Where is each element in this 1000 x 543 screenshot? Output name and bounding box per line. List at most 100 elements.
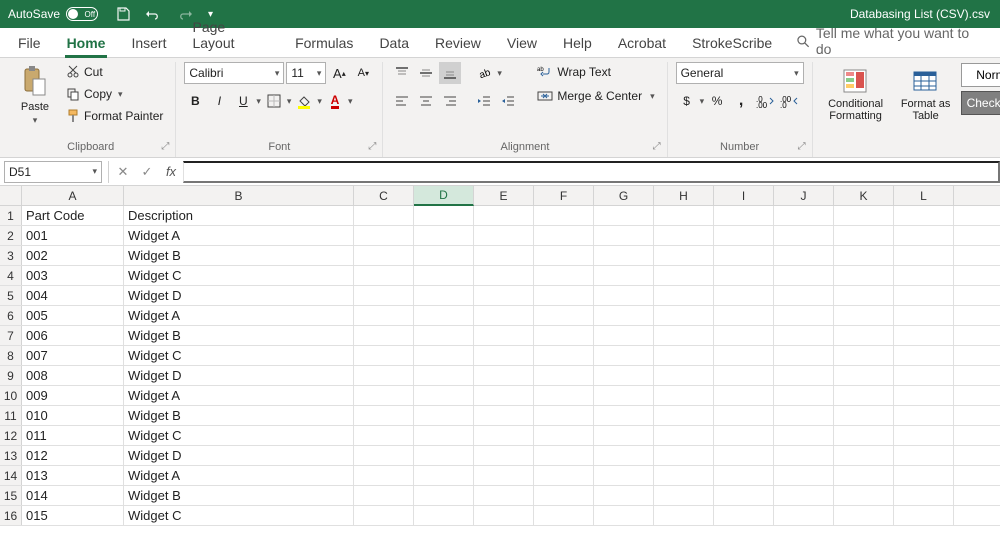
cell[interactable]: [474, 226, 534, 245]
cell[interactable]: [414, 466, 474, 485]
cell[interactable]: [774, 486, 834, 505]
cell[interactable]: [714, 406, 774, 425]
accounting-format-icon[interactable]: $: [676, 90, 698, 112]
cell[interactable]: [714, 366, 774, 385]
tab-strokescribe[interactable]: StrokeScribe: [690, 31, 774, 57]
cell[interactable]: [414, 406, 474, 425]
cell[interactable]: [474, 386, 534, 405]
cell[interactable]: [354, 386, 414, 405]
cell[interactable]: [714, 246, 774, 265]
cell[interactable]: 003: [22, 266, 124, 285]
increase-font-icon[interactable]: A▴: [328, 62, 350, 84]
tab-help[interactable]: Help: [561, 31, 594, 57]
column-header-B[interactable]: B: [124, 186, 354, 205]
cell[interactable]: [414, 446, 474, 465]
cell[interactable]: [414, 246, 474, 265]
cell[interactable]: [774, 286, 834, 305]
cell[interactable]: [354, 306, 414, 325]
cell[interactable]: [354, 346, 414, 365]
undo-icon[interactable]: [144, 7, 162, 21]
cell[interactable]: [774, 266, 834, 285]
cell[interactable]: [894, 366, 954, 385]
row-header[interactable]: 8: [0, 346, 22, 365]
cell[interactable]: [474, 506, 534, 525]
fill-color-button[interactable]: [293, 90, 315, 112]
cell[interactable]: Widget A: [124, 386, 354, 405]
cell[interactable]: [474, 346, 534, 365]
increase-decimal-icon[interactable]: .0.00: [754, 90, 776, 112]
cell[interactable]: [354, 426, 414, 445]
cell[interactable]: [654, 286, 714, 305]
cell[interactable]: [414, 346, 474, 365]
decrease-indent-icon[interactable]: [473, 90, 495, 112]
row-header[interactable]: 2: [0, 226, 22, 245]
row-header[interactable]: 10: [0, 386, 22, 405]
cell[interactable]: Widget B: [124, 406, 354, 425]
cell[interactable]: Widget D: [124, 446, 354, 465]
cell[interactable]: [654, 246, 714, 265]
row-header[interactable]: 5: [0, 286, 22, 305]
cell[interactable]: Widget D: [124, 366, 354, 385]
style-check-cell[interactable]: Check Cell: [961, 91, 1000, 115]
cell[interactable]: 012: [22, 446, 124, 465]
cell[interactable]: 013: [22, 466, 124, 485]
row-header[interactable]: 4: [0, 266, 22, 285]
cell[interactable]: 015: [22, 506, 124, 525]
column-header-L[interactable]: L: [894, 186, 954, 205]
cell[interactable]: [354, 326, 414, 345]
row-header[interactable]: 14: [0, 466, 22, 485]
insert-function-icon[interactable]: fx: [159, 161, 183, 183]
column-header-E[interactable]: E: [474, 186, 534, 205]
paste-button[interactable]: Paste ▾: [14, 62, 56, 128]
cell[interactable]: [534, 226, 594, 245]
cell[interactable]: [354, 206, 414, 225]
cell[interactable]: [534, 406, 594, 425]
cell[interactable]: [654, 226, 714, 245]
cell[interactable]: [534, 266, 594, 285]
cell[interactable]: [594, 346, 654, 365]
cell[interactable]: [534, 366, 594, 385]
column-header-H[interactable]: H: [654, 186, 714, 205]
cell[interactable]: [834, 486, 894, 505]
format-painter-button[interactable]: Format Painter: [62, 106, 167, 126]
cell[interactable]: [714, 386, 774, 405]
font-color-button[interactable]: A: [324, 90, 346, 112]
cell[interactable]: [534, 246, 594, 265]
cell[interactable]: [354, 466, 414, 485]
percent-format-icon[interactable]: %: [706, 90, 728, 112]
cell[interactable]: Widget C: [124, 426, 354, 445]
cell[interactable]: [414, 306, 474, 325]
row-header[interactable]: 6: [0, 306, 22, 325]
cell[interactable]: [894, 446, 954, 465]
cell[interactable]: [894, 306, 954, 325]
format-as-table-button[interactable]: Format as Table: [897, 62, 955, 128]
tab-insert[interactable]: Insert: [129, 31, 168, 57]
cell[interactable]: [594, 326, 654, 345]
cell[interactable]: [594, 226, 654, 245]
row-header[interactable]: 7: [0, 326, 22, 345]
cell[interactable]: [414, 266, 474, 285]
cell[interactable]: [894, 206, 954, 225]
cell[interactable]: Part Code: [22, 206, 124, 225]
cell[interactable]: [714, 266, 774, 285]
name-box[interactable]: D51▾: [4, 161, 102, 183]
cell[interactable]: [774, 246, 834, 265]
cell[interactable]: 010: [22, 406, 124, 425]
cell[interactable]: [654, 506, 714, 525]
cell[interactable]: [834, 206, 894, 225]
cell[interactable]: [654, 326, 714, 345]
cell[interactable]: Widget A: [124, 466, 354, 485]
cell[interactable]: 011: [22, 426, 124, 445]
increase-indent-icon[interactable]: [497, 90, 519, 112]
cell[interactable]: [834, 446, 894, 465]
tab-data[interactable]: Data: [377, 31, 411, 57]
cell[interactable]: Widget C: [124, 266, 354, 285]
borders-button[interactable]: [263, 90, 285, 112]
cell[interactable]: [594, 286, 654, 305]
cell[interactable]: [894, 286, 954, 305]
cell[interactable]: [534, 306, 594, 325]
tab-acrobat[interactable]: Acrobat: [616, 31, 668, 57]
font-size-select[interactable]: 11▾: [286, 62, 326, 84]
cell[interactable]: [534, 386, 594, 405]
cell[interactable]: [834, 246, 894, 265]
